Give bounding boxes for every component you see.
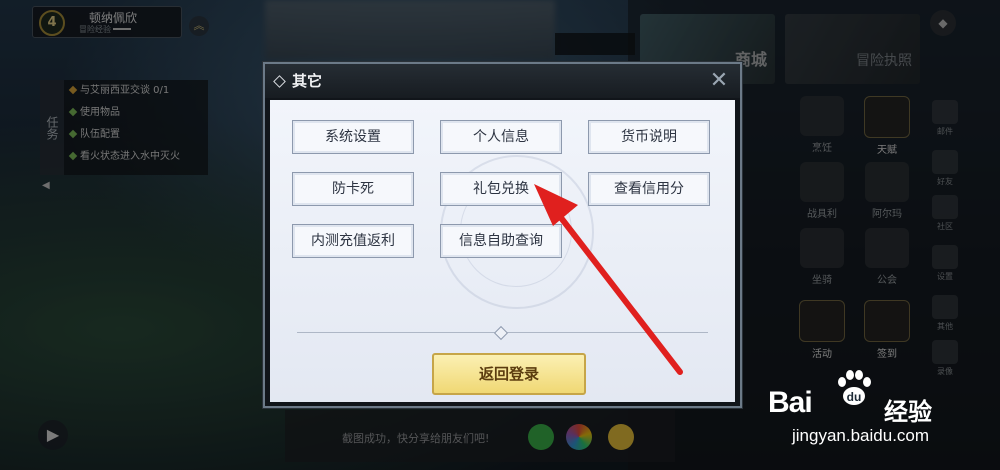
svg-text:du: du [847,390,862,404]
arrow-shaft [552,207,683,375]
arrow-head [534,184,578,226]
paw-icon: du [838,370,871,405]
watermark-text: 经验 [884,398,932,426]
watermark-logo: Bai [768,386,813,419]
watermark-url: jingyan.baidu.com [792,426,930,445]
